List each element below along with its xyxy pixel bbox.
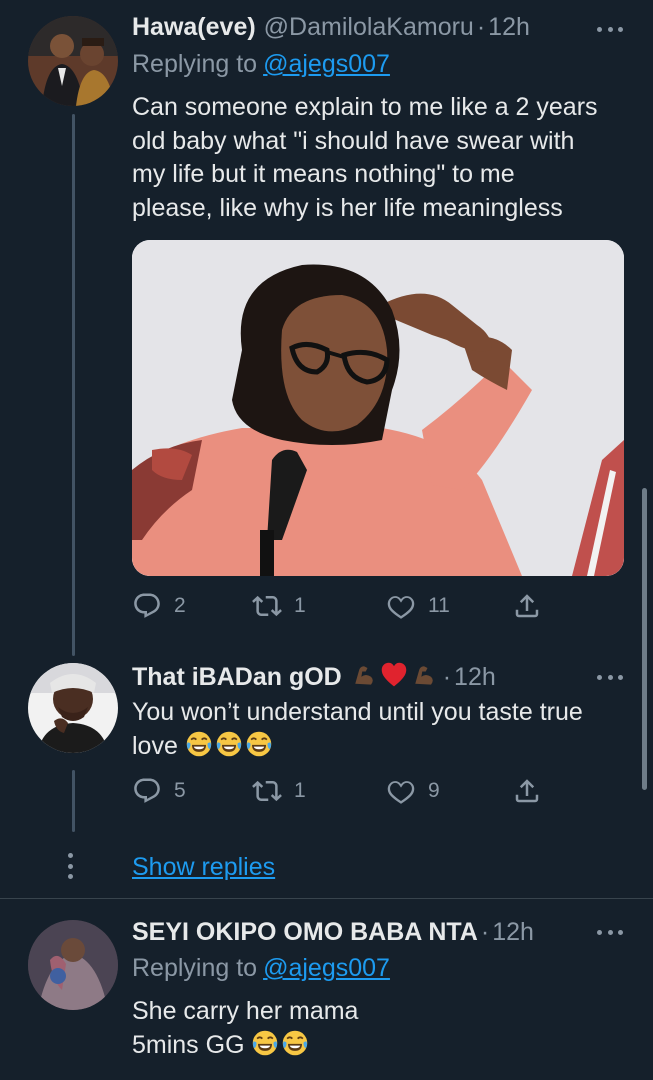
- share-icon: [512, 591, 542, 621]
- share-button[interactable]: [512, 591, 542, 621]
- mention-link[interactable]: @ajegs007: [263, 50, 390, 78]
- reply-count: 2: [174, 594, 186, 617]
- like-button[interactable]: 9: [386, 776, 512, 806]
- display-name[interactable]: SEYI OKIPO OMO BABA NTA: [132, 914, 478, 950]
- avatar[interactable]: [28, 663, 118, 753]
- timestamp[interactable]: 12h: [454, 659, 496, 695]
- timestamp[interactable]: 12h: [492, 914, 534, 950]
- share-icon: [512, 776, 542, 806]
- share-button[interactable]: [512, 776, 542, 806]
- more-icon[interactable]: [593, 17, 627, 41]
- retweet-button[interactable]: 1: [252, 776, 386, 806]
- reply-button[interactable]: 5: [132, 776, 252, 806]
- tweet-header: SEYI OKIPO OMO BABA NTA · 12h: [132, 914, 534, 950]
- separator-dot: ·: [476, 13, 486, 41]
- reply-button[interactable]: 2: [132, 591, 252, 621]
- like-count: 9: [428, 779, 440, 802]
- tweet-actions: 5 1 9: [132, 776, 542, 806]
- thread-line: [72, 114, 75, 656]
- laughing-emoji-icon: [185, 730, 213, 758]
- more-icon[interactable]: [593, 920, 627, 944]
- tweet-image[interactable]: [132, 240, 624, 576]
- tweet-header: That iBADan gOD · 12h: [132, 659, 496, 695]
- replying-to: Replying to @ajegs007: [132, 951, 390, 985]
- separator-dot: ·: [480, 918, 490, 946]
- like-icon: [386, 591, 416, 621]
- tweet-text-content: She carry her mama 5mins GG: [132, 997, 359, 1059]
- thread-line: [72, 770, 75, 832]
- reply-count: 5: [174, 779, 186, 802]
- retweet-button[interactable]: 1: [252, 591, 386, 621]
- replying-label: Replying to: [132, 954, 258, 982]
- display-name[interactable]: Hawa(eve): [132, 9, 256, 45]
- avatar[interactable]: [28, 920, 118, 1010]
- avatar[interactable]: [28, 16, 118, 106]
- reply-icon: [132, 776, 162, 806]
- replying-label: Replying to: [132, 50, 258, 78]
- reply-icon: [132, 591, 162, 621]
- laughing-emoji-icon: [251, 1029, 279, 1057]
- tweet-text: Can someone explain to me like a 2 years…: [132, 93, 598, 222]
- red-heart-icon: [380, 661, 408, 689]
- timeline: Hawa(eve) @DamilolaKamoru · 12h Replying…: [0, 0, 653, 1080]
- flexed-biceps-icon: [350, 661, 378, 689]
- retweet-icon: [252, 776, 282, 806]
- more-icon[interactable]: [593, 665, 627, 689]
- laughing-emoji-icon: [245, 730, 273, 758]
- user-handle[interactable]: @DamilolaKamoru: [264, 9, 474, 45]
- tweet-header: Hawa(eve) @DamilolaKamoru · 12h: [132, 9, 530, 45]
- timestamp[interactable]: 12h: [488, 9, 530, 45]
- laughing-emoji-icon: [215, 730, 243, 758]
- like-button[interactable]: 11: [386, 591, 512, 621]
- scrollbar[interactable]: [642, 488, 647, 790]
- name-emojis: [350, 659, 440, 695]
- tweet-text: You won’t understand until you taste tru…: [132, 696, 632, 763]
- retweet-icon: [252, 591, 282, 621]
- more-replies-icon: [66, 853, 74, 879]
- retweet-count: 1: [294, 779, 306, 802]
- divider: [0, 898, 653, 899]
- flexed-biceps-icon: [410, 661, 438, 689]
- woman-saluting-image: [132, 240, 624, 576]
- tweet-actions: 2 1 11: [132, 591, 542, 621]
- laughing-emoji-icon: [281, 1029, 309, 1057]
- show-replies-link[interactable]: Show replies: [132, 850, 275, 884]
- separator-dot: ·: [442, 663, 452, 691]
- like-count: 11: [428, 594, 450, 617]
- tweet-text: She carry her mama 5mins GG: [132, 995, 632, 1062]
- like-icon: [386, 776, 416, 806]
- display-name[interactable]: That iBADan gOD: [132, 659, 342, 695]
- replying-to: Replying to @ajegs007: [132, 47, 390, 81]
- mention-link[interactable]: @ajegs007: [263, 954, 390, 982]
- retweet-count: 1: [294, 594, 306, 617]
